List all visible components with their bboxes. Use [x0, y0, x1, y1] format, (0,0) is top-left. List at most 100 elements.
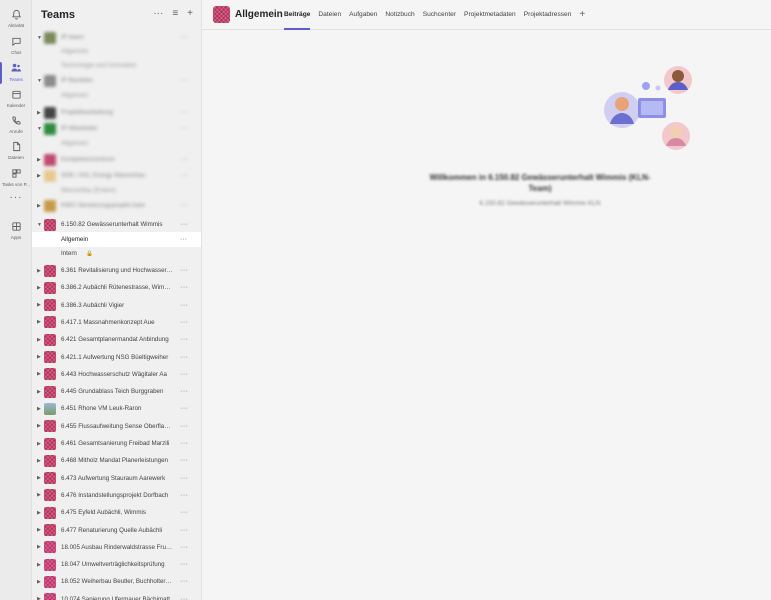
team-row[interactable]: ▶ 6.455 Flussaufweitung Sense Oberflamatt…: [32, 418, 201, 435]
team-row[interactable]: ▼ IP Bauleiter ···: [32, 72, 201, 89]
team-row[interactable]: ▶ 6.468 Mitholz Mandat Planerleistungen ··…: [32, 452, 201, 469]
team-more-button[interactable]: ···: [180, 267, 189, 274]
team-more-button[interactable]: ···: [180, 527, 189, 534]
tab-projektadressen[interactable]: Projektadressen: [524, 0, 572, 30]
team-avatar: [44, 524, 56, 536]
rail-item-apps[interactable]: Apps: [0, 216, 32, 246]
team-more-button[interactable]: ···: [180, 457, 189, 464]
rail-item-tasks[interactable]: Tasks von P...: [0, 163, 32, 193]
team-row[interactable]: ▶ Kompetenzzentrum ···: [32, 151, 201, 168]
team-row[interactable]: ▶ 6.451 Rhone VM Leuk-Raron ···: [32, 400, 201, 417]
team-row[interactable]: ▶ NOK / KKL Energy Wasserbau ···: [32, 167, 201, 184]
team-more-button[interactable]: ···: [180, 423, 189, 430]
channel-item[interactable]: Wasserbau (Extern): [32, 183, 201, 198]
chevron-right-icon: ▶: [37, 302, 41, 309]
tab-aufgaben[interactable]: Aufgaben: [349, 0, 377, 30]
tab-suchcenter[interactable]: Suchcenter: [423, 0, 456, 30]
channel-item[interactable]: Allgemein: [32, 136, 201, 151]
team-more-button[interactable]: ···: [180, 354, 189, 361]
team-row[interactable]: ▶ 6.461 Gesamtsanierung Freibad Marzili ··…: [32, 435, 201, 452]
channel-name: Allgemein: [61, 48, 89, 55]
channel-more-button[interactable]: ···: [180, 236, 187, 243]
team-more-button[interactable]: ···: [180, 302, 189, 309]
chevron-right-icon: ▶: [37, 109, 41, 116]
channel-item-intern[interactable]: Intern 🔒: [32, 246, 201, 261]
team-row-selected[interactable]: ▼ 6.150.82 Gewässerunterhalt Wimmis ···: [32, 216, 201, 233]
team-avatar: [44, 368, 56, 381]
rail-item-activity[interactable]: Aktivität: [0, 4, 32, 34]
team-more-button[interactable]: ···: [180, 440, 189, 447]
rail-label: Apps: [10, 235, 22, 240]
chevron-right-icon: ▶: [37, 527, 41, 533]
channel-item[interactable]: Technologie und Innovation: [32, 58, 201, 73]
team-row[interactable]: ▶ 6.386.2 Aubächli Rütenestrasse, Wimmis ·…: [32, 279, 201, 296]
team-more-button[interactable]: ···: [180, 492, 189, 499]
team-more-button[interactable]: ···: [180, 561, 189, 568]
tab-notizbuch[interactable]: Notizbuch: [385, 0, 414, 30]
team-row[interactable]: ▶ 6.421.1 Aufwertung NSG Büeltigweiher ···: [32, 349, 201, 366]
more-options-button[interactable]: ···: [153, 8, 163, 20]
team-row[interactable]: ▶ 6.473 Aufwertung Stauraum Aarewerk ···: [32, 470, 201, 487]
team-row[interactable]: ▶ 6.445 Grundablass Teich Burggraben ···: [32, 383, 201, 400]
add-tab-button[interactable]: +: [579, 0, 585, 30]
team-name: Projektbearbeitung: [61, 109, 113, 116]
channel-item-allgemein[interactable]: Allgemein ···: [32, 232, 201, 247]
team-more-button[interactable]: ···: [180, 156, 189, 163]
rail-item-chat[interactable]: Chat: [0, 31, 32, 61]
team-row[interactable]: ▶ 6.421 Gesamtplanermandat Anbindung ···: [32, 331, 201, 348]
team-more-button[interactable]: ···: [180, 284, 189, 291]
rail-item-files[interactable]: Dateien: [0, 136, 32, 166]
team-more-button[interactable]: ···: [180, 319, 189, 326]
chat-icon: [9, 34, 23, 48]
team-more-button[interactable]: ···: [180, 371, 189, 378]
team-row[interactable]: ▶ 18.052 Weiherbau Beutler, Buchholterber…: [32, 573, 201, 590]
team-more-button[interactable]: ···: [180, 578, 189, 585]
chevron-right-icon: ▶: [37, 388, 41, 395]
team-avatar: [44, 385, 56, 398]
channel-item[interactable]: Allgemein: [32, 88, 201, 103]
team-more-button[interactable]: ···: [180, 475, 189, 482]
team-more-button[interactable]: ···: [180, 125, 189, 132]
team-more-button[interactable]: ···: [180, 172, 189, 179]
team-name: IP Mitarbeiter: [61, 125, 98, 132]
team-more-button[interactable]: ···: [180, 109, 189, 116]
team-row[interactable]: ▶ 6.475 Eyfeld Aubächli, Wimmis ···: [32, 504, 201, 521]
channel-item[interactable]: Allgemein: [32, 44, 201, 59]
filter-icon[interactable]: ≡: [172, 8, 178, 20]
team-more-button[interactable]: ···: [180, 336, 189, 343]
tab-dateien[interactable]: Dateien: [318, 0, 341, 30]
team-avatar: [44, 74, 56, 87]
team-more-button[interactable]: ···: [180, 221, 189, 228]
team-row[interactable]: ▶ 6.476 Instandstellungsprojekt Dorfbach ·…: [32, 487, 201, 504]
tab-projektmetadaten[interactable]: Projektmetadaten: [464, 0, 516, 30]
team-more-button[interactable]: ···: [180, 34, 189, 41]
team-row[interactable]: ▶ KWO Vernetzungsprojekt Aare ···: [32, 197, 201, 214]
team-more-button[interactable]: ···: [180, 202, 189, 209]
rail-more-button[interactable]: ···: [0, 192, 32, 203]
teams-pane: Teams ··· ≡ + ▼ IP intern ··· Allgemein …: [32, 0, 202, 600]
team-row[interactable]: ▶ 6.417.1 Massnahmenkonzept Aue ···: [32, 314, 201, 331]
team-row[interactable]: ▶ 6.386.3 Aubächli Vigier ···: [32, 297, 201, 314]
add-team-button[interactable]: +: [187, 8, 193, 20]
team-avatar: [44, 122, 56, 135]
tab-beitraege[interactable]: Beiträge: [284, 0, 311, 30]
team-more-button[interactable]: ···: [180, 544, 189, 551]
team-row[interactable]: ▶ 6.477 Renaturierung Quelle Aubächli ···: [32, 522, 201, 539]
team-more-button[interactable]: ···: [180, 596, 189, 600]
apps-icon: [9, 219, 23, 233]
team-more-button[interactable]: ···: [180, 509, 189, 516]
team-row[interactable]: ▶ Projektbearbeitung ···: [32, 104, 201, 121]
team-row[interactable]: ▶ 10.074 Sanierung Ufermauer Bächimatt ···: [32, 591, 201, 600]
team-more-button[interactable]: ···: [180, 405, 189, 412]
phone-icon: [9, 113, 23, 127]
team-row[interactable]: ▶ 6.361 Revitalisierung und Hochwassersch…: [32, 262, 201, 279]
team-row[interactable]: ▶ 6.443 Hochwasserschutz Wägitaler Aa ···: [32, 366, 201, 383]
team-more-button[interactable]: ···: [180, 77, 189, 84]
calendar-icon: [9, 87, 23, 101]
team-row[interactable]: ▼ IP Mitarbeiter ···: [32, 120, 201, 137]
chevron-right-icon: ▶: [37, 440, 41, 447]
team-more-button[interactable]: ···: [180, 388, 189, 395]
team-row[interactable]: ▶ 18.005 Ausbau Rinderwaldstrasse Frutige…: [32, 539, 201, 556]
team-row[interactable]: ▶ 18.047 Umweltverträglichkeitsprüfung ···: [32, 556, 201, 573]
rail-label: Tasks von P...: [1, 182, 30, 187]
